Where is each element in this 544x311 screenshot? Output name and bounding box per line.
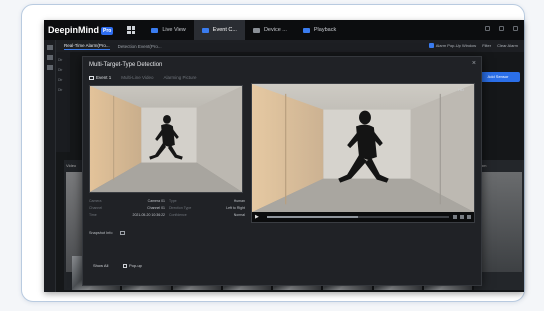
detail-value: 2021-05-20 10:36:22 <box>132 213 166 217</box>
clear-alarm-button[interactable]: Clear Alarm <box>497 43 518 48</box>
seek-bar[interactable] <box>267 216 449 218</box>
detail-row: Time 2021-05-20 10:36:22 <box>89 213 165 217</box>
detail-row: Direction Type Left to Right <box>169 206 245 210</box>
event-icon <box>201 27 209 33</box>
side-item[interactable]: Dir <box>58 68 70 72</box>
detail-value: Human <box>233 199 245 203</box>
nav-tab-device[interactable]: Device ... <box>245 20 295 40</box>
modal-tab-label: Event 1 <box>96 75 112 80</box>
snapshot-info-icon <box>120 231 126 235</box>
snapshot-info-label: Snapshot Info <box>89 231 113 235</box>
detail-key: Confidence <box>169 213 187 217</box>
alarm-toolbar: Alarm Pop-Up Window Filter Clear Alarm <box>428 43 518 49</box>
top-navbar: DeepinMind Pro Live View Event C... Devic… <box>44 20 524 40</box>
nav-tab-label: Device ... <box>263 27 287 33</box>
corridor-video-frame <box>252 84 474 222</box>
add-sensor-button[interactable]: Add Sensor <box>476 72 520 82</box>
live-view-icon <box>151 27 159 33</box>
resolution-indicator[interactable]: HD <box>458 87 464 92</box>
pro-badge: Pro <box>101 26 114 35</box>
side-item[interactable]: Dir <box>58 58 70 62</box>
modal-tab-event[interactable]: Event 1 <box>89 75 111 80</box>
checkbox-icon <box>428 43 434 49</box>
app-logo: DeepinMind Pro <box>48 25 114 35</box>
playback-icon <box>302 27 310 33</box>
event-details: Camera Camera 01 Type Human Channel Channel… <box>89 199 245 217</box>
checkbox-icon <box>123 263 127 268</box>
detail-key: Type <box>169 199 177 203</box>
account-icon[interactable] <box>485 26 490 31</box>
modal-tab-alarming-picture[interactable]: Alarming Picture <box>163 75 196 80</box>
detail-row: Confidence Normal <box>169 213 245 217</box>
nav-tab-label: Live View <box>162 27 186 33</box>
rail-icon-menu[interactable] <box>46 45 53 50</box>
app-name: DeepinMind <box>48 25 99 35</box>
pop-up-label: Pop-up <box>129 263 142 268</box>
detail-key: Channel <box>89 206 103 210</box>
event-subtabs: Real-Time Alarm(Pro... Detection Event(P… <box>56 40 524 52</box>
video-panel-header: Video <box>66 163 77 168</box>
alarm-popup-label: Alarm Pop-Up Window <box>435 43 477 48</box>
snapshot-icon[interactable] <box>453 215 457 219</box>
side-item[interactable]: Dir <box>58 78 70 82</box>
rail-icon-list[interactable] <box>46 55 53 60</box>
detail-value: Normal <box>233 213 245 217</box>
modal-tabs: Event 1 Multi-Line Video Alarming Pictur… <box>89 75 196 80</box>
fullscreen-icon[interactable] <box>467 215 471 219</box>
detail-row: Camera Camera 01 <box>89 199 165 203</box>
device-side-list: Dir Dir Dir Dir <box>56 52 70 152</box>
snapshot-info-button[interactable]: Snapshot Info <box>89 231 126 235</box>
video-toolbar: ▶ <box>252 212 474 222</box>
detail-key: Camera <box>89 199 102 203</box>
detail-value: Channel 01 <box>147 206 165 210</box>
modal-tab-multi-line-video[interactable]: Multi-Line Video <box>121 75 153 80</box>
window-controls <box>485 26 518 31</box>
modal-title: Multi-Target-Type Detection <box>89 62 163 68</box>
nav-tab-playback[interactable]: Playback <box>295 20 344 40</box>
nav-tab-event-center[interactable]: Event C... <box>193 20 245 40</box>
show-all-link[interactable]: Show All <box>93 263 108 268</box>
nav-tab-live-view[interactable]: Live View <box>143 20 193 40</box>
nav-tab-label: Event C... <box>212 27 237 33</box>
alarm-popup-toggle[interactable]: Alarm Pop-Up Window <box>428 43 477 49</box>
filter-button[interactable]: Filter <box>482 43 491 48</box>
minimize-icon[interactable] <box>499 26 504 31</box>
left-rail <box>44 40 56 292</box>
app-screen: DeepinMind Pro Live View Event C... Devic… <box>44 20 524 292</box>
detection-modal: Multi-Target-Type Detection × Event 1 Mu… <box>82 56 482 286</box>
detail-value: Camera 01 <box>147 199 165 203</box>
snapshot-image[interactable] <box>89 85 243 193</box>
close-icon[interactable]: × <box>472 60 476 67</box>
event-tab-icon <box>89 75 94 80</box>
detail-row: Channel Channel 01 <box>89 206 165 210</box>
rail-icon-settings[interactable] <box>46 65 53 70</box>
volume-icon[interactable] <box>460 215 464 219</box>
main-video-player[interactable]: HD ▶ <box>251 83 475 223</box>
detail-key: Time <box>89 213 97 217</box>
detail-value: Left to Right <box>226 206 245 210</box>
corridor-snapshot <box>90 86 242 192</box>
detail-row: Type Human <box>169 199 245 203</box>
apps-grid-icon[interactable] <box>127 26 136 34</box>
device-icon <box>252 27 260 33</box>
nav-tab-label: Playback <box>313 27 337 33</box>
subtab-real-time-alarm[interactable]: Real-Time Alarm(Pro... <box>64 43 110 50</box>
pop-up-toggle[interactable]: Pop-up <box>123 263 142 268</box>
subtab-detection-event[interactable]: Detection Event(Pro... <box>118 44 162 49</box>
close-window-icon[interactable] <box>513 26 518 31</box>
camera-thumbnail[interactable] <box>478 172 522 272</box>
side-item[interactable]: Dir <box>58 88 70 92</box>
play-icon[interactable]: ▶ <box>255 214 263 220</box>
seek-progress <box>267 216 358 218</box>
detail-key: Direction Type <box>169 206 192 210</box>
video-controls <box>453 215 471 219</box>
